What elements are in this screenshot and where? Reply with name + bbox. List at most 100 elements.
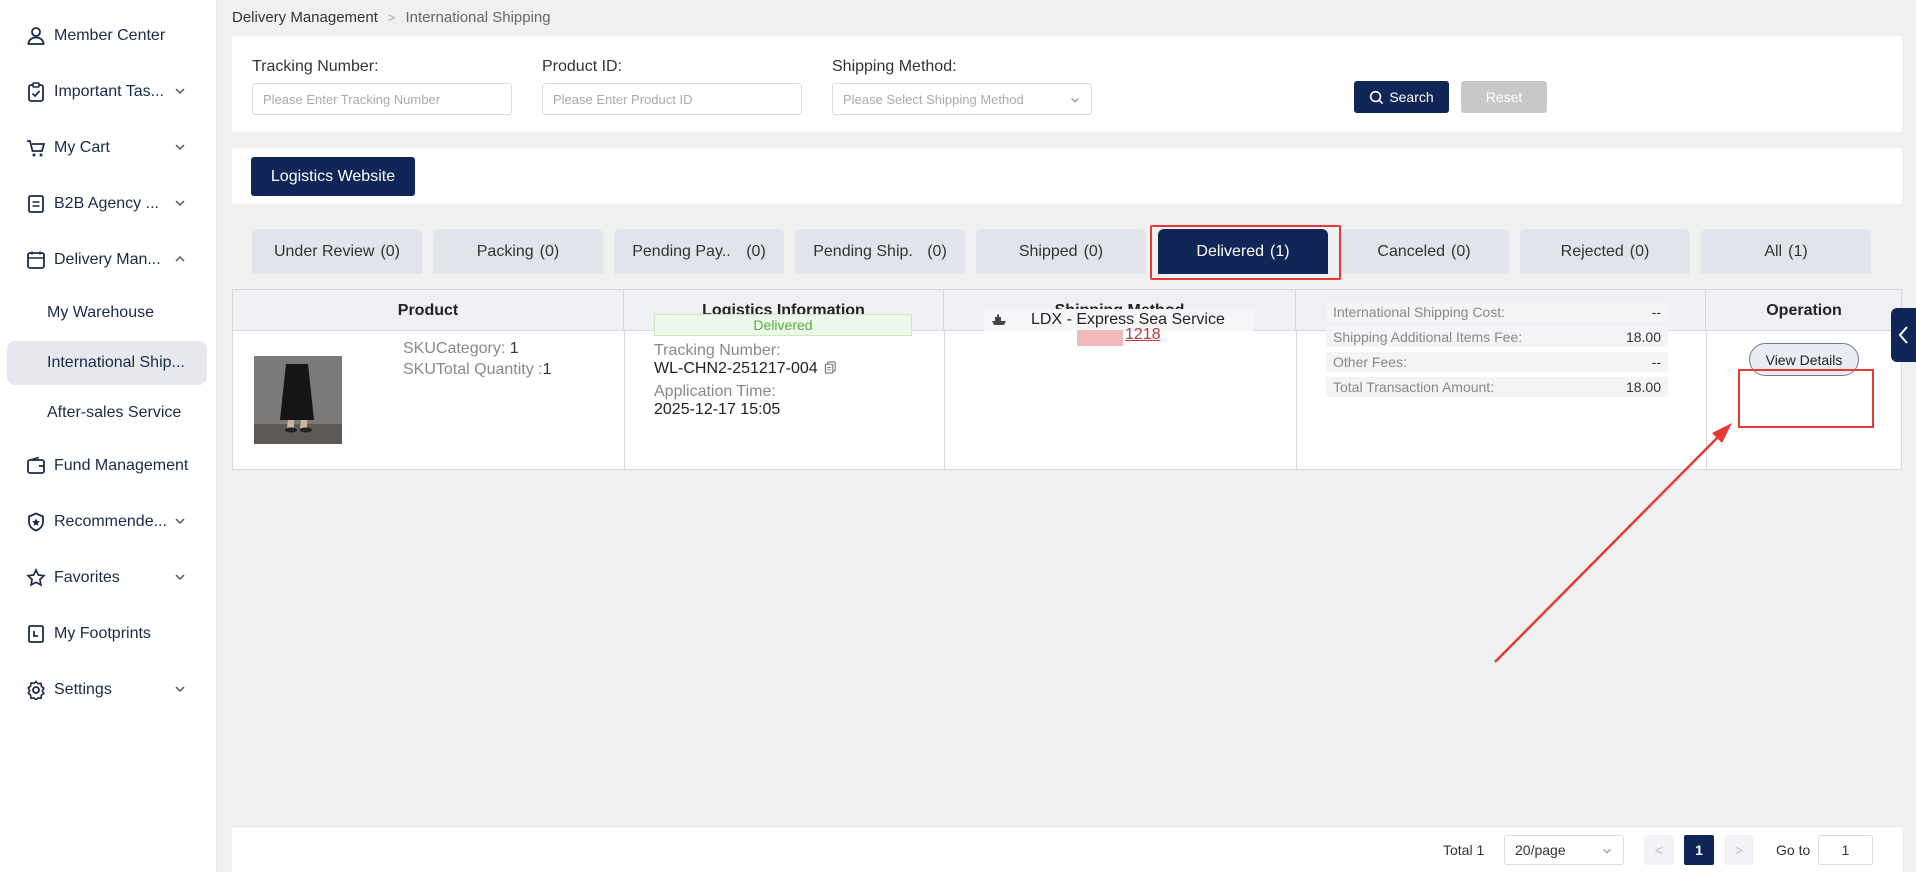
sku-total-quantity: SKUTotal Quantity :1 [403, 361, 552, 379]
tab-label: All [1764, 242, 1783, 260]
sidebar-subitem-international-shipping[interactable]: International Ship... [7, 341, 207, 385]
tab-all[interactable]: All (1) [1701, 229, 1871, 274]
fee-label: International Shipping Cost: [1333, 304, 1505, 320]
tab-canceled[interactable]: Canceled (0) [1339, 229, 1509, 274]
column-header-operation: Operation [1766, 301, 1842, 319]
sidebar-item-settings[interactable]: Settings [0, 668, 217, 712]
tab-label: Pending Pay... [632, 242, 733, 260]
view-details-button[interactable]: View Details [1749, 343, 1859, 376]
sku-category: SKUCategory: 1 [403, 340, 519, 358]
tab-shipped[interactable]: Shipped (0) [976, 229, 1146, 274]
shipping-method-select[interactable]: Please Select Shipping Method [832, 83, 1092, 115]
copy-icon[interactable] [824, 361, 837, 374]
sidebar-subitem-my-warehouse[interactable]: My Warehouse [0, 291, 217, 335]
search-button-label: Search [1389, 89, 1434, 105]
footprint-icon [28, 625, 44, 643]
search-button[interactable]: Search [1354, 81, 1449, 113]
sku-qty-label: SKUTotal Quantity : [403, 361, 543, 378]
chevron-down-icon [175, 88, 185, 95]
column-divider [1706, 331, 1707, 470]
prev-page-button[interactable]: < [1644, 835, 1674, 865]
sidebar-subitem-label: International Ship... [47, 354, 185, 371]
reset-button[interactable]: Reset [1461, 81, 1547, 113]
fee-value: 18.00 [1625, 329, 1661, 345]
tab-under-review[interactable]: Under Review (0) [252, 229, 422, 274]
fee-row-other: Other Fees: -- [1326, 352, 1668, 372]
sidebar-item-favorites[interactable]: Favorites [0, 556, 217, 600]
sidebar-item-delivery-management[interactable]: Delivery Man... [0, 238, 217, 282]
chevron-up-icon [175, 255, 185, 262]
product-thumbnail[interactable] [254, 356, 342, 444]
tab-rejected[interactable]: Rejected (0) [1520, 229, 1690, 274]
orders-table: Product Logistics Information Shipping M… [232, 289, 1902, 470]
fee-row-total: Total Transaction Amount: 18.00 [1326, 377, 1668, 397]
pagination-bar: Total 1 20/page < 1 > Go to 1 [232, 826, 1902, 872]
star-icon [26, 568, 46, 587]
sidebar-item-recommended[interactable]: Recommende... [0, 500, 217, 544]
document-icon [28, 195, 44, 213]
chevron-down-icon [175, 518, 185, 525]
sidebar-item-label: Fund Management [54, 457, 189, 474]
product-id-input[interactable]: Please Enter Product ID [542, 83, 802, 115]
tab-pending-shipment[interactable]: Pending Ship... (0) [795, 229, 965, 274]
breadcrumb-parent[interactable]: Delivery Management [232, 9, 378, 26]
tab-count: (0) [1629, 242, 1650, 260]
tracking-number-label: Tracking Number: [252, 58, 379, 75]
tracking-number-input[interactable]: Please Enter Tracking Number [252, 83, 512, 115]
sidebar-item-fund-management[interactable]: Fund Management [0, 444, 217, 488]
chevron-down-icon [175, 574, 185, 581]
tab-label: Rejected [1560, 242, 1624, 260]
sidebar-subitem-after-sales[interactable]: After-sales Service [0, 391, 217, 435]
tab-delivered[interactable]: Delivered (1) [1158, 229, 1328, 274]
column-divider [1296, 331, 1297, 470]
tab-label: Under Review [273, 242, 375, 260]
chevron-down-icon [175, 200, 185, 207]
next-page-button[interactable]: > [1724, 835, 1754, 865]
logistics-bar: Logistics Website [232, 148, 1902, 204]
sidebar-subitem-label: My Warehouse [47, 304, 154, 321]
tab-count: (0) [927, 242, 947, 260]
collapse-panel-tab[interactable] [1891, 308, 1916, 362]
fee-row-international-shipping: International Shipping Cost: -- [1326, 302, 1668, 322]
tracking-number-value: WL-CHN2-251217-004 [654, 360, 837, 378]
sidebar-item-my-cart[interactable]: My Cart [0, 126, 217, 170]
sidebar: Member Center Important Tas... My Cart B… [0, 0, 217, 872]
chevron-down-icon [1071, 97, 1079, 103]
fee-label: Total Transaction Amount: [1333, 379, 1495, 395]
sidebar-item-label: My Footprints [54, 625, 151, 642]
logistics-website-button[interactable]: Logistics Website [251, 157, 415, 196]
tab-label: Canceled [1377, 242, 1446, 260]
sidebar-item-label: Favorites [54, 569, 120, 586]
calendar-icon [27, 251, 45, 269]
page-size-select[interactable]: 20/page [1504, 835, 1624, 865]
tab-packing[interactable]: Packing (0) [433, 229, 603, 274]
ship-icon [992, 314, 1006, 325]
user-icon [27, 27, 45, 45]
tab-count: (1) [1270, 242, 1290, 260]
tab-count: (0) [539, 242, 560, 260]
tab-count: (0) [1451, 242, 1471, 260]
gear-icon [27, 680, 45, 700]
chevron-down-icon [175, 686, 185, 693]
sidebar-item-my-footprints[interactable]: My Footprints [0, 612, 217, 656]
chevron-left-icon [1898, 326, 1908, 344]
chevron-down-icon [1603, 848, 1611, 854]
breadcrumb-current: International Shipping [405, 9, 551, 26]
page-size-value: 20/page [1515, 842, 1566, 858]
sidebar-item-b2b-agency[interactable]: B2B Agency ... [0, 182, 217, 226]
sidebar-item-important-tasks[interactable]: Important Tas... [0, 70, 217, 114]
chevron-down-icon [175, 144, 185, 151]
column-header-product: Product [233, 290, 624, 331]
shipping-method-label: Shipping Method: [832, 58, 957, 75]
sidebar-item-label: Recommende... [54, 513, 167, 530]
fee-value: 18.00 [1625, 379, 1661, 395]
sidebar-item-member-center[interactable]: Member Center [0, 14, 217, 58]
sku-qty-value: 1 [542, 361, 552, 378]
shipping-reference-link[interactable]: 1218 [1125, 326, 1161, 344]
tab-label: Delivered [1196, 242, 1265, 260]
tab-label: Packing [476, 242, 534, 260]
tab-pending-payment[interactable]: Pending Pay... (0) [614, 229, 784, 274]
page-number-current[interactable]: 1 [1684, 835, 1714, 865]
shield-star-icon [28, 512, 44, 532]
goto-page-input[interactable]: 1 [1818, 835, 1873, 865]
